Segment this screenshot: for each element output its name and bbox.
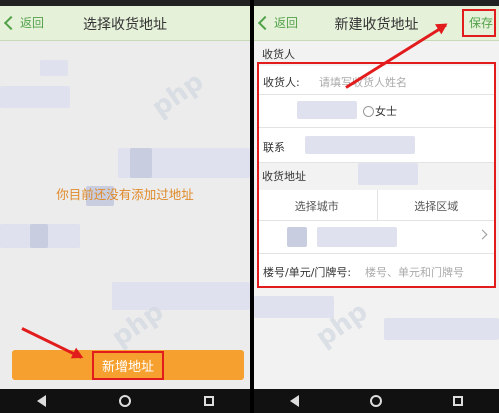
blurred-area [358, 163, 418, 185]
blurred-area [287, 227, 307, 247]
chevron-right-icon [477, 229, 488, 240]
blurred-area [112, 282, 250, 310]
top-bar: 返回 新建收货地址 保存 [254, 6, 499, 41]
nav-back-icon[interactable] [36, 395, 46, 407]
contact-label: 联系 [263, 141, 285, 154]
nav-back-icon[interactable] [289, 395, 299, 407]
contact-row: 联系 [257, 128, 496, 163]
blurred-area [384, 318, 499, 340]
select-city-button[interactable]: 选择城市 [257, 198, 377, 214]
save-button[interactable]: 保存 [469, 14, 493, 31]
consignee-row: 收货人: 请填写收货人姓名 [257, 66, 496, 95]
gender-female-label: 女士 [375, 105, 397, 118]
blurred-area [254, 296, 334, 318]
building-row: 楼号/单元/门牌号: 楼号、单元和门牌号 [257, 254, 496, 287]
nav-bar [0, 389, 250, 413]
blurred-area [40, 60, 68, 76]
nav-recent-icon[interactable] [203, 396, 214, 406]
gender-row: 女士 [257, 95, 496, 128]
blurred-area [305, 136, 415, 154]
address-select-screen: 返回 选择收货地址 php php 你目前还没有添加过地址 新增地址 [0, 0, 250, 413]
blurred-area [317, 227, 397, 247]
blurred-area [0, 86, 70, 108]
new-address-screen: 返回 新建收货地址 保存 收货人 收货人: 请填写收货人姓名 女士 联系 收货地… [254, 0, 499, 413]
blurred-area [130, 148, 152, 178]
top-bar: 返回 选择收货地址 [0, 6, 250, 41]
nav-home-icon[interactable] [369, 395, 382, 407]
nav-home-icon[interactable] [118, 395, 131, 407]
empty-message: 你目前还没有添加过地址 [56, 187, 194, 202]
consignee-label: 收货人: [263, 76, 300, 89]
city-area-row: 选择城市 选择区域 [257, 190, 496, 221]
nav-bar [254, 389, 499, 413]
location-row[interactable] [257, 221, 496, 254]
section-consignee: 收货人 [262, 48, 295, 61]
page-title: 选择收货地址 [83, 17, 167, 33]
blurred-area [297, 101, 357, 119]
building-input[interactable]: 楼号、单元和门牌号 [365, 264, 464, 280]
add-address-button[interactable]: 新增地址 [12, 350, 244, 380]
add-address-label: 新增地址 [91, 350, 164, 380]
building-label: 楼号/单元/门牌号: [263, 266, 352, 279]
blurred-area [30, 224, 48, 248]
radio-female[interactable] [363, 106, 374, 117]
nav-recent-icon[interactable] [453, 396, 464, 406]
select-area-button[interactable]: 选择区域 [377, 198, 497, 214]
page-title: 新建收货地址 [334, 17, 419, 33]
watermark: php [146, 66, 210, 124]
